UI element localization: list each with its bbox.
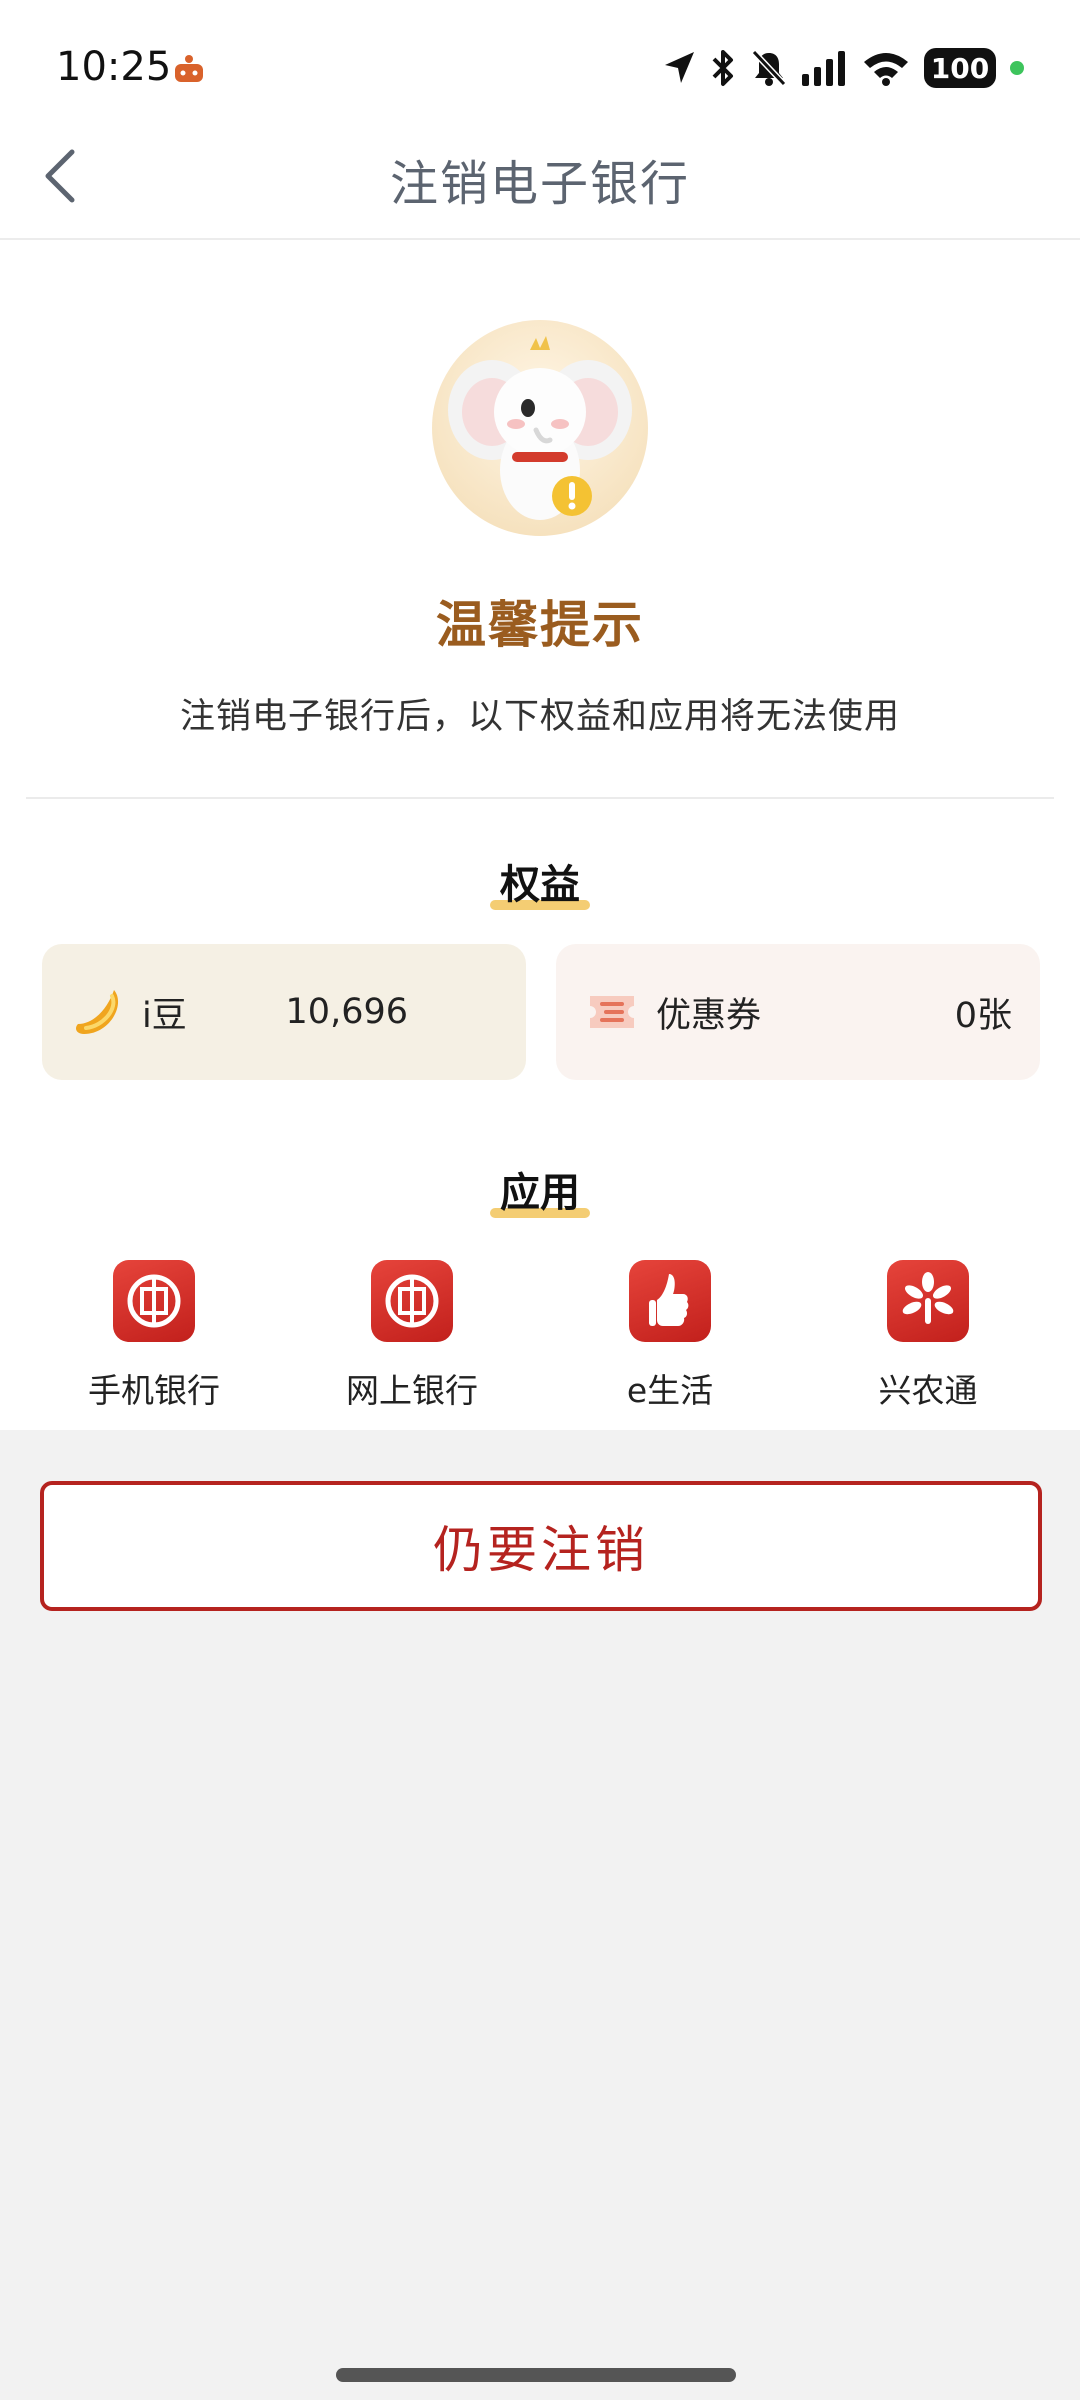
- notification-app-icon: [175, 55, 203, 82]
- rights-section-title: 权益: [0, 852, 1080, 910]
- coupon-label: 优惠券: [656, 995, 762, 1036]
- app-list: 手机银行 网上银行 e生活 兴农通: [0, 1260, 1080, 1420]
- tip-title: 温馨提示: [436, 596, 644, 654]
- signal-icon: [802, 51, 845, 86]
- status-time: 10:25: [56, 44, 172, 90]
- rights-section-label: 权益: [490, 852, 590, 910]
- location-icon: [665, 52, 694, 83]
- app-item-xingnongtong[interactable]: 兴农通: [818, 1260, 1038, 1412]
- mute-bell-icon: [751, 49, 787, 87]
- wifi-icon: [864, 53, 908, 86]
- tip-description: 注销电子银行后，以下权益和应用将无法使用: [179, 697, 900, 737]
- confirm-cancel-button[interactable]: 仍要注销: [40, 1481, 1042, 1611]
- nav-bar: 注销电子银行: [0, 110, 1080, 240]
- icbc-logo-icon: [113, 1260, 195, 1342]
- flower-icon: [887, 1260, 969, 1342]
- page-title: 注销电子银行: [389, 156, 690, 212]
- rights-card-coupon[interactable]: 优惠券 0张: [556, 944, 1040, 1080]
- divider: [26, 797, 1054, 799]
- bluetooth-icon: [712, 50, 733, 86]
- coupon-value: 0张: [954, 995, 1012, 1036]
- beans-label: i豆: [142, 995, 187, 1036]
- app-label: 手机银行: [88, 1371, 220, 1410]
- status-icons: 100: [662, 46, 1024, 90]
- app-label: e生活: [626, 1371, 714, 1410]
- icbc-logo-icon: [371, 1260, 453, 1342]
- app-label: 网上银行: [346, 1371, 478, 1410]
- elephant-mascot-icon: [432, 320, 648, 536]
- main-content: 温馨提示 注销电子银行后，以下权益和应用将无法使用 权益 i豆 10,696 优…: [0, 240, 1080, 1430]
- privacy-indicator-dot: [1010, 61, 1024, 75]
- app-item-e-life[interactable]: e生活: [560, 1260, 780, 1412]
- apps-section-title: 应用: [0, 1160, 1080, 1218]
- app-item-online-banking[interactable]: 网上银行: [302, 1260, 522, 1412]
- thumbs-up-icon: [629, 1260, 711, 1342]
- rights-card-beans[interactable]: i豆 10,696: [42, 944, 526, 1080]
- gold-bean-icon: [76, 990, 119, 1034]
- beans-value: 10,696: [285, 992, 408, 1032]
- apps-section-label: 应用: [490, 1160, 590, 1218]
- app-label: 兴农通: [878, 1371, 978, 1410]
- coupon-icon: [590, 996, 634, 1028]
- app-item-mobile-banking[interactable]: 手机银行: [44, 1260, 264, 1412]
- home-indicator[interactable]: [336, 2368, 736, 2382]
- battery-indicator: 100: [924, 48, 996, 88]
